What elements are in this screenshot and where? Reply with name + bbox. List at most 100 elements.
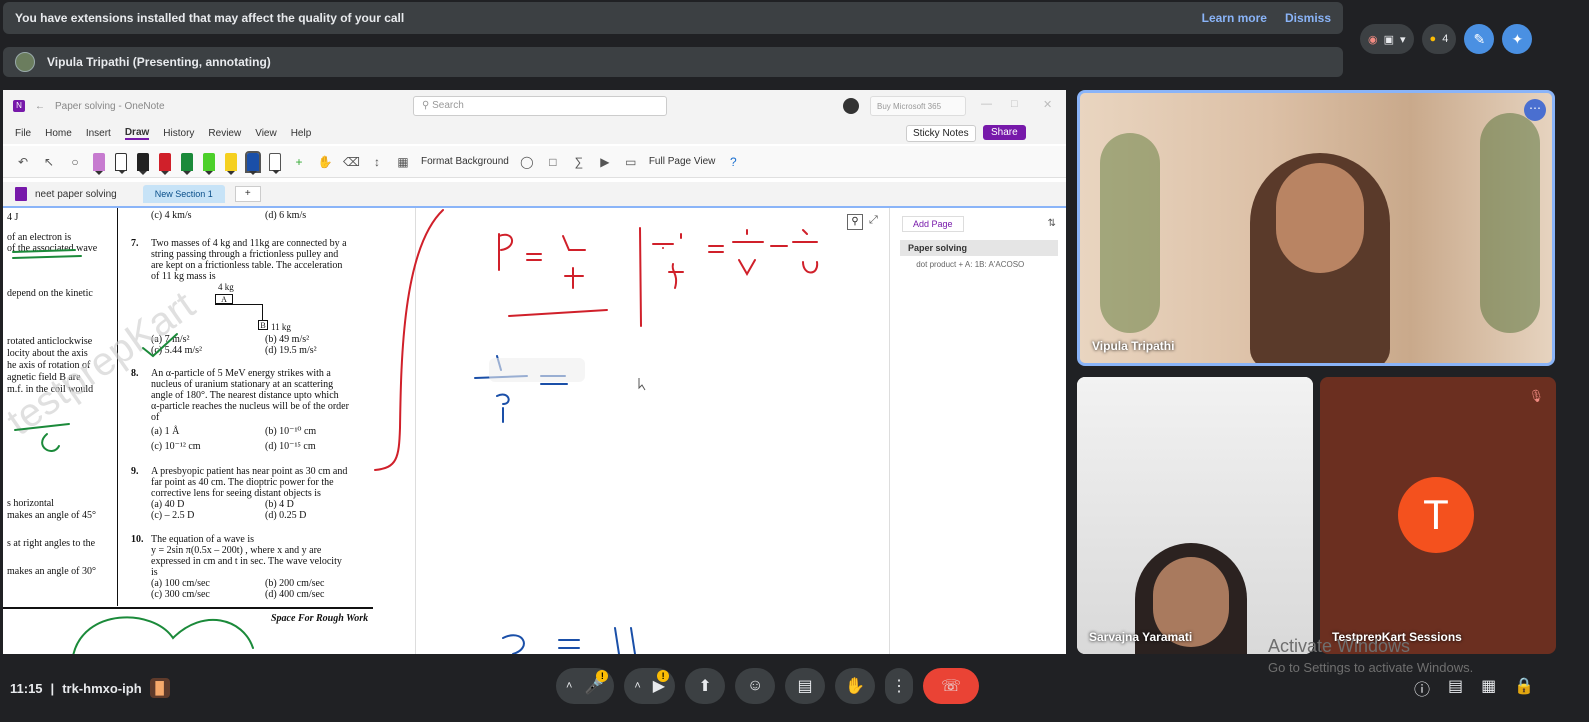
section-tab[interactable]: New Section 1 — [143, 185, 225, 203]
ink-to-shape-icon[interactable]: □ — [545, 154, 561, 170]
window-title: Paper solving - OneNote — [55, 101, 165, 112]
chevron-down-icon: ▾ — [1400, 33, 1406, 46]
gemini-button[interactable]: ✦ — [1502, 24, 1532, 54]
help-icon[interactable]: ? — [725, 154, 741, 170]
zoom-icon[interactable]: ⚲ — [847, 214, 863, 230]
share-button[interactable]: Share — [983, 125, 1026, 140]
lasso-icon[interactable]: ○ — [67, 154, 83, 170]
people-count: 4 — [1442, 33, 1448, 45]
camera-button[interactable]: ˄ ▶ ! — [624, 668, 675, 704]
sparkle-icon: ✦ — [1511, 31, 1523, 48]
emoji-button[interactable]: ☺ — [735, 668, 775, 704]
dismiss-button[interactable]: Dismiss — [1285, 11, 1331, 25]
mic-off-icon: 🎙 — [1529, 389, 1544, 403]
pen-outline-icon[interactable] — [269, 153, 281, 171]
buy-ms365-button[interactable]: Buy Microsoft 365 — [870, 96, 966, 116]
shared-screen: N ← Paper solving - OneNote ⚲ Search Buy… — [3, 90, 1066, 654]
pen-purple-icon[interactable] — [93, 153, 105, 171]
notebook-bar: neet paper solving New Section 1 + — [3, 182, 1066, 206]
search-icon: ⚲ — [422, 100, 429, 111]
video-tile-sessions[interactable]: 🎙 T TestprepKart Sessions — [1320, 377, 1556, 654]
pen-blue-icon[interactable] — [247, 153, 259, 171]
raise-hand-button[interactable]: ✋ — [835, 668, 875, 704]
draw-ribbon: ↶ ↖ ○ + ✋ ⌫ ↕ ▦ Format Background ◯ □ ∑ … — [3, 146, 1066, 178]
cursor-icon — [639, 378, 645, 390]
people-icon: ● — [1430, 33, 1437, 45]
ink-to-math-icon[interactable]: ∑ — [571, 154, 587, 170]
menu-view[interactable]: View — [255, 128, 277, 139]
shapes-icon[interactable]: ◯ — [519, 154, 535, 170]
mic-button[interactable]: ˄ 🎤 ! — [556, 668, 614, 704]
onenote-search-input[interactable]: ⚲ Search — [413, 96, 667, 116]
page-sub-item[interactable]:  dot product + A: 1B: A'ACOSO — [914, 260, 1024, 269]
sort-icon[interactable]: ⇅ — [1048, 218, 1056, 229]
menu-history[interactable]: History — [163, 128, 194, 139]
person-face — [1276, 163, 1364, 273]
lock-icon[interactable]: 🔒 — [1514, 676, 1534, 700]
warning-icon: ! — [596, 670, 608, 682]
emoji-icon: ☺ — [747, 677, 763, 695]
activities-icon[interactable]: ▦ — [1481, 676, 1496, 700]
insert-space-icon[interactable]: ↕ — [369, 154, 385, 170]
people-pill[interactable]: ● 4 — [1422, 24, 1457, 54]
chevron-up-icon[interactable]: ˄ — [634, 680, 640, 692]
close-icon[interactable]: ✕ — [1043, 98, 1052, 111]
recording-pill[interactable]: ◉ ▣ ▾ — [1360, 24, 1414, 54]
format-background-button[interactable]: Format Background — [421, 156, 509, 167]
hand-icon: ✋ — [845, 676, 865, 696]
plant-right — [1480, 113, 1540, 333]
pen-red-icon[interactable] — [159, 153, 171, 171]
door-icon[interactable]: █ — [150, 678, 170, 698]
full-page-view-button[interactable]: Full Page View — [649, 156, 716, 167]
pen-white-icon[interactable] — [115, 153, 127, 171]
menu-file[interactable]: File — [15, 128, 31, 139]
account-avatar[interactable] — [843, 98, 859, 114]
captions-button[interactable]: ▤ — [785, 668, 825, 704]
replay-icon[interactable]: ▶ — [597, 154, 613, 170]
expand-icon[interactable]: ⤢ — [869, 214, 878, 227]
more-options-icon[interactable]: ⋯ — [1524, 99, 1546, 121]
menu-help[interactable]: Help — [291, 128, 312, 139]
pen-black-icon[interactable] — [137, 153, 149, 171]
add-section-button[interactable]: + — [235, 186, 261, 202]
present-button[interactable]: ⬆ — [685, 668, 725, 704]
note-canvas[interactable]: 4 J of an electron is of the associated … — [3, 206, 1066, 654]
presenter-label: Vipula Tripathi (Presenting, annotating) — [47, 55, 271, 69]
video-tile-participant[interactable]: Sarvajna Yaramati — [1077, 377, 1313, 654]
hangup-icon: ☏ — [941, 676, 961, 696]
notebook-icon — [15, 187, 27, 201]
eraser-icon[interactable]: ⌫ — [343, 154, 359, 170]
add-page-button[interactable]: Add Page — [902, 216, 964, 232]
page-item[interactable]: Paper solving — [900, 240, 1058, 256]
select-icon[interactable]: ↖ — [41, 154, 57, 170]
meeting-info: 11:15 | trk-hmxo-iph █ — [10, 678, 170, 698]
more-options-button[interactable]: ⋮ — [885, 668, 913, 704]
menu-insert[interactable]: Insert — [86, 128, 111, 139]
menu-review[interactable]: Review — [208, 128, 241, 139]
record-icon: ◉ — [1368, 33, 1378, 46]
presenter-bar: Vipula Tripathi (Presenting, annotating) — [3, 47, 1343, 77]
leave-call-button[interactable]: ☏ — [923, 668, 979, 704]
video-tile-presenter[interactable]: ⋯ Vipula Tripathi — [1077, 90, 1555, 366]
learn-more-link[interactable]: Learn more — [1202, 11, 1267, 25]
pen-green-icon[interactable] — [181, 153, 193, 171]
notebook-name[interactable]: neet paper solving — [35, 189, 117, 200]
highlighter-yellow-icon[interactable] — [225, 153, 237, 171]
undo-icon[interactable]: ↶ — [15, 154, 31, 170]
minimize-icon[interactable]: — — [981, 98, 992, 110]
annotate-pen-button[interactable]: ✎ — [1464, 24, 1494, 54]
menu-draw[interactable]: Draw — [125, 127, 149, 140]
plant-left — [1100, 133, 1160, 333]
back-icon[interactable]: ← — [35, 101, 45, 112]
floating-ink-toolbar[interactable] — [489, 358, 585, 382]
info-icon[interactable]: ⓘ — [1414, 676, 1430, 700]
chevron-up-icon[interactable]: ˄ — [566, 680, 572, 692]
chat-icon[interactable]: ▤ — [1448, 676, 1463, 700]
maximize-icon[interactable]: □ — [1011, 98, 1018, 110]
hand-icon[interactable]: ✋ — [317, 154, 333, 170]
highlighter-green-icon[interactable] — [203, 153, 215, 171]
add-pen-icon[interactable]: + — [291, 154, 307, 170]
main-controls: ˄ 🎤 ! ˄ ▶ ! ⬆ ☺ ▤ ✋ ⋮ ☏ — [556, 668, 979, 704]
sticky-notes-button[interactable]: Sticky Notes — [906, 125, 976, 142]
menu-home[interactable]: Home — [45, 128, 72, 139]
